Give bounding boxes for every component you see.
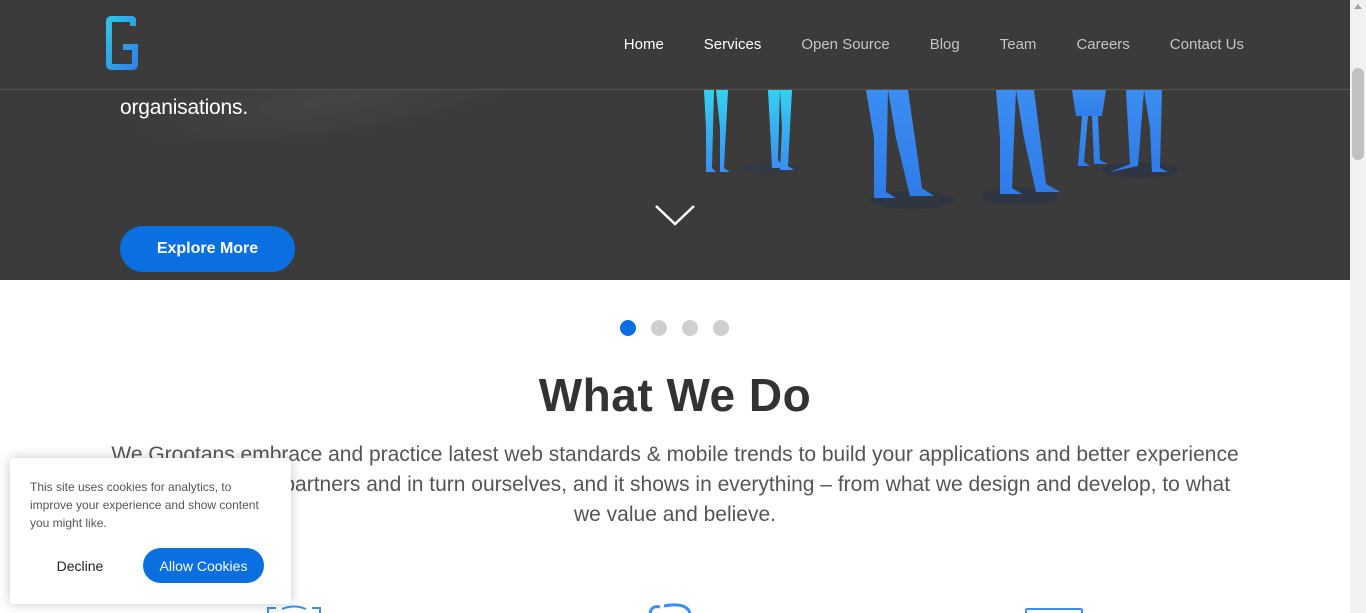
carousel-dot-4[interactable] [713,320,729,336]
nav-home[interactable]: Home [624,36,664,53]
page: organisations. Explore More Home Service… [0,0,1350,613]
feature-icon-2 [648,603,692,613]
main-nav: Home Services Open Source Blog Team Care… [624,0,1350,88]
carousel-dot-3[interactable] [682,320,698,336]
feature-icon-3 [1025,608,1083,613]
carousel-dots [620,320,744,336]
nav-services[interactable]: Services [704,36,762,53]
cookie-banner: This site uses cookies for analytics, to… [10,458,291,604]
section-title: What We Do [538,369,812,421]
site-header: Home Services Open Source Blog Team Care… [0,0,1350,90]
allow-cookies-button[interactable]: Allow Cookies [143,548,264,583]
nav-open-source[interactable]: Open Source [801,36,889,53]
scroll-up-arrow-icon[interactable] [1354,4,1362,9]
nav-careers[interactable]: Careers [1076,36,1129,53]
scrollbar-thumb[interactable] [1352,68,1364,160]
cookie-message: This site uses cookies for analytics, to… [30,480,259,530]
nav-team[interactable]: Team [1000,36,1037,53]
people-illustration [704,90,1178,209]
chevron-down-icon[interactable] [654,200,696,228]
explore-more-button[interactable]: Explore More [120,226,295,272]
nav-contact-us[interactable]: Contact Us [1170,36,1244,53]
nav-blog[interactable]: Blog [930,36,960,53]
hero-tagline: organisations. [120,96,248,119]
carousel-dot-2[interactable] [651,320,667,336]
grootan-g-logo-icon[interactable] [103,14,141,72]
decline-button[interactable]: Decline [30,549,130,583]
carousel-dot-1[interactable] [620,320,636,336]
feature-icon-1 [267,605,321,613]
